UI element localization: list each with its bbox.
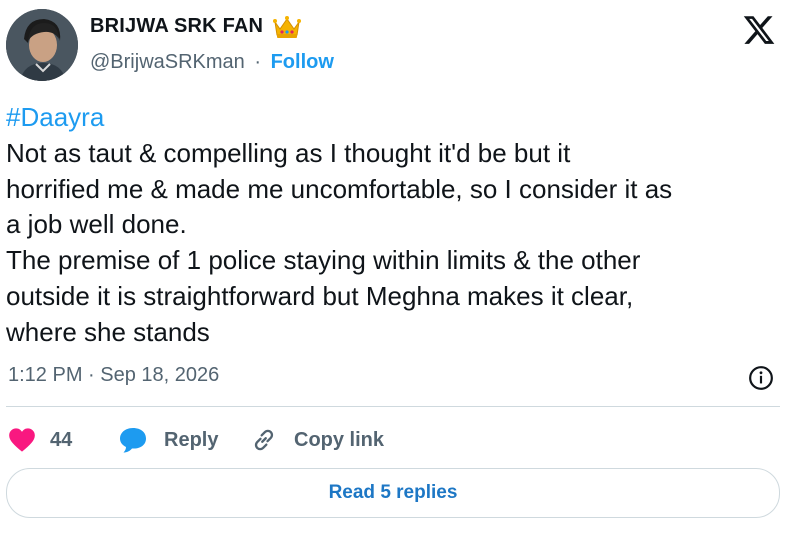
- author-name[interactable]: BRIJWA SRK FAN: [90, 15, 263, 38]
- link-icon: [254, 429, 274, 451]
- like-button[interactable]: 44: [8, 420, 72, 460]
- info-icon[interactable]: [748, 365, 774, 391]
- handle-row: @BrijwaSRKman · Follow: [90, 51, 334, 74]
- follow-button[interactable]: Follow: [271, 51, 334, 73]
- tweet-line: Not as taut & compelling as I thought it…: [6, 137, 571, 168]
- avatar-portrait: [6, 9, 78, 81]
- tweet-line: where she stands: [6, 316, 210, 347]
- like-count: 44: [50, 428, 73, 451]
- tweet-line: The premise of 1 police staying within l…: [6, 245, 641, 276]
- tweet-card: BRIJWA SRK FAN @BrijwaSRKman · Follow #D…: [0, 0, 796, 537]
- tweet-text: #Daayra Not as taut & compelling as I th…: [6, 100, 786, 351]
- copy-link-label: Copy link: [294, 428, 385, 451]
- tweet-line: a job well done.: [6, 209, 187, 240]
- divider: [6, 406, 780, 407]
- tweet-line: horrified me & made me uncomfortable, so…: [6, 173, 673, 204]
- crown-icon: [273, 16, 301, 38]
- copy-link-button[interactable]: Copy link: [250, 420, 384, 460]
- action-bar: 44 Reply Copy link: [6, 420, 786, 460]
- author-handle[interactable]: @BrijwaSRKman: [90, 51, 245, 73]
- heart-icon: [9, 428, 35, 452]
- read-replies-button[interactable]: Read 5 replies: [6, 468, 780, 518]
- tweet-timestamp[interactable]: 1:12 PM · Sep 18, 2026: [8, 364, 219, 387]
- tweet-line: outside it is straightforward but Meghna…: [6, 280, 634, 311]
- hashtag-link[interactable]: #Daayra: [6, 100, 786, 136]
- x-logo-icon[interactable]: [742, 13, 776, 47]
- handle-separator: ·: [254, 51, 262, 73]
- avatar[interactable]: [6, 9, 78, 81]
- tweet-header: BRIJWA SRK FAN @BrijwaSRKman · Follow: [6, 9, 790, 81]
- reply-label: Reply: [164, 428, 219, 451]
- reply-bubble-icon: [120, 428, 146, 453]
- reply-button[interactable]: Reply: [118, 420, 218, 460]
